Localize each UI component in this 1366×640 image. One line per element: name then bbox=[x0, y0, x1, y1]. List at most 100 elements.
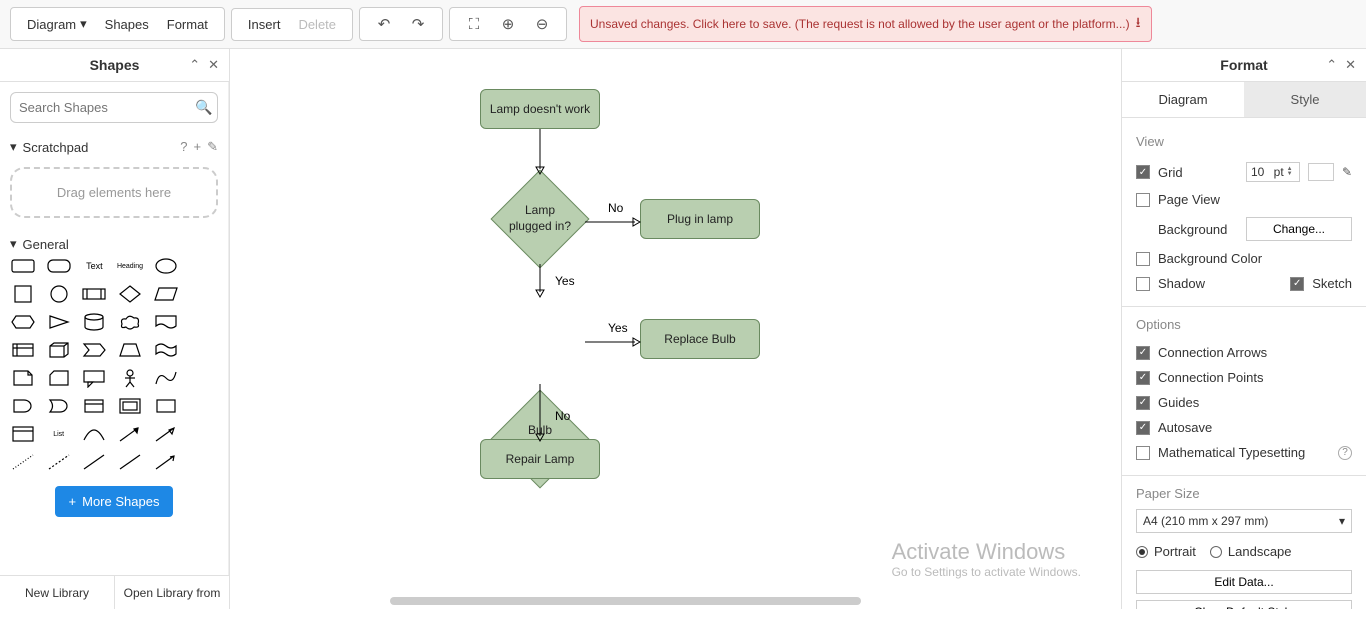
shape-square[interactable] bbox=[10, 284, 36, 304]
fit-button[interactable]: ⛶ bbox=[458, 12, 490, 36]
shape-window[interactable] bbox=[10, 424, 36, 444]
bgcolor-checkbox[interactable] bbox=[1136, 252, 1150, 266]
add-icon[interactable]: + bbox=[194, 139, 202, 155]
shape-and[interactable] bbox=[10, 396, 36, 416]
shape-cylinder[interactable] bbox=[81, 312, 107, 332]
shape-process[interactable] bbox=[81, 284, 107, 304]
shape-cloud[interactable] bbox=[117, 312, 143, 332]
shape-list[interactable]: List bbox=[46, 424, 72, 444]
shape-blank5[interactable] bbox=[188, 368, 214, 388]
shape-trapezoid[interactable] bbox=[117, 340, 143, 360]
shape-diamond[interactable] bbox=[117, 284, 143, 304]
node-replace[interactable]: Replace Bulb bbox=[640, 319, 760, 359]
delete-button[interactable]: Delete bbox=[290, 13, 344, 36]
autosave-checkbox[interactable]: ✓ bbox=[1136, 421, 1150, 435]
grid-color[interactable] bbox=[1308, 163, 1334, 181]
shape-blank7[interactable] bbox=[188, 424, 214, 444]
shape-line4[interactable] bbox=[117, 452, 143, 472]
shape-line1[interactable] bbox=[10, 452, 36, 472]
zoom-in-button[interactable]: ⊕ bbox=[492, 12, 524, 36]
tab-diagram[interactable]: Diagram bbox=[1122, 82, 1244, 117]
math-checkbox[interactable] bbox=[1136, 446, 1150, 460]
connarrows-checkbox[interactable]: ✓ bbox=[1136, 346, 1150, 360]
unsaved-alert[interactable]: Unsaved changes. Click here to save. (Th… bbox=[579, 6, 1152, 42]
help-icon[interactable]: ? bbox=[1338, 446, 1352, 460]
canvas[interactable]: Lamp doesn't work Lamp plugged in? Plug … bbox=[230, 49, 1121, 609]
shape-hexagon[interactable] bbox=[10, 312, 36, 332]
shape-step[interactable] bbox=[81, 340, 107, 360]
help-icon[interactable]: ? bbox=[180, 139, 187, 155]
pageview-checkbox[interactable] bbox=[1136, 193, 1150, 207]
close-icon[interactable]: ✕ bbox=[208, 57, 219, 73]
close-icon[interactable]: ✕ bbox=[1345, 57, 1356, 73]
diagram-menu[interactable]: Diagram ▾ bbox=[19, 12, 95, 36]
scratchpad-dropzone[interactable]: Drag elements here bbox=[10, 167, 218, 218]
shape-arrow2[interactable] bbox=[153, 424, 179, 444]
shape-card[interactable] bbox=[46, 368, 72, 388]
shape-triangle[interactable] bbox=[46, 312, 72, 332]
edit-data-button[interactable]: Edit Data... bbox=[1136, 570, 1352, 594]
redo-button[interactable]: ↷ bbox=[402, 12, 434, 36]
shape-rect[interactable] bbox=[10, 256, 36, 276]
format-menu[interactable]: Format bbox=[159, 13, 216, 36]
tab-style[interactable]: Style bbox=[1244, 82, 1366, 117]
open-library-button[interactable]: Open Library from bbox=[115, 576, 229, 609]
new-library-button[interactable]: New Library bbox=[0, 576, 115, 609]
collapse-icon[interactable]: ⌃ bbox=[1326, 57, 1337, 73]
shape-or[interactable] bbox=[46, 396, 72, 416]
shape-ellipse[interactable] bbox=[153, 256, 179, 276]
paper-size-select[interactable]: A4 (210 mm x 297 mm)▾ bbox=[1136, 509, 1352, 533]
horizontal-scrollbar[interactable] bbox=[390, 597, 861, 605]
node-plugged[interactable]: Lamp plugged in? bbox=[490, 169, 590, 269]
shape-line3[interactable] bbox=[81, 452, 107, 472]
landscape-radio[interactable] bbox=[1210, 546, 1222, 558]
shape-arrow3[interactable] bbox=[153, 452, 179, 472]
shape-blank3[interactable] bbox=[188, 312, 214, 332]
shape-internal[interactable] bbox=[10, 340, 36, 360]
shape-callout[interactable] bbox=[81, 368, 107, 388]
grid-checkbox[interactable]: ✓ bbox=[1136, 165, 1150, 179]
shape-curve[interactable] bbox=[153, 368, 179, 388]
shape-frame[interactable] bbox=[117, 396, 143, 416]
shape-note[interactable] bbox=[10, 368, 36, 388]
node-start[interactable]: Lamp doesn't work bbox=[480, 89, 600, 129]
shape-document[interactable] bbox=[153, 312, 179, 332]
shape-parallelogram[interactable] bbox=[153, 284, 179, 304]
shape-curve2[interactable] bbox=[81, 424, 107, 444]
sketch-checkbox[interactable]: ✓ bbox=[1290, 277, 1304, 291]
zoom-out-button[interactable]: ⊖ bbox=[526, 12, 558, 36]
grid-size-input[interactable]: 10 pt▲▼ bbox=[1246, 162, 1300, 182]
shape-heading[interactable]: Heading bbox=[117, 256, 143, 276]
edit-icon[interactable]: ✎ bbox=[207, 139, 218, 155]
undo-button[interactable]: ↶ bbox=[368, 12, 400, 36]
shape-circle[interactable] bbox=[46, 284, 72, 304]
shape-actor[interactable] bbox=[117, 368, 143, 388]
change-bg-button[interactable]: Change... bbox=[1246, 217, 1352, 241]
shadow-checkbox[interactable] bbox=[1136, 277, 1150, 291]
shape-tape[interactable] bbox=[153, 340, 179, 360]
more-shapes-button[interactable]: +More Shapes bbox=[55, 486, 174, 517]
guides-checkbox[interactable]: ✓ bbox=[1136, 396, 1150, 410]
edit-icon[interactable]: ✎ bbox=[1342, 165, 1352, 179]
shape-blank2[interactable] bbox=[188, 284, 214, 304]
portrait-radio[interactable] bbox=[1136, 546, 1148, 558]
shape-blank6[interactable] bbox=[188, 396, 214, 416]
scratchpad-section[interactable]: ▾ Scratchpad ? + ✎ bbox=[10, 135, 218, 159]
node-plugin[interactable]: Plug in lamp bbox=[640, 199, 760, 239]
collapse-icon[interactable]: ⌃ bbox=[189, 57, 200, 73]
general-section[interactable]: ▾ General bbox=[10, 232, 218, 256]
shape-blank8[interactable] bbox=[188, 452, 214, 472]
shapes-menu[interactable]: Shapes bbox=[97, 13, 157, 36]
search-input[interactable] bbox=[19, 100, 195, 115]
shape-line2[interactable] bbox=[46, 452, 72, 472]
shape-rect2[interactable] bbox=[153, 396, 179, 416]
shape-datastore[interactable] bbox=[81, 396, 107, 416]
shape-text[interactable]: Text bbox=[81, 256, 107, 276]
shape-cube[interactable] bbox=[46, 340, 72, 360]
shape-arrow1[interactable] bbox=[117, 424, 143, 444]
shape-blank[interactable] bbox=[188, 256, 214, 276]
shape-blank4[interactable] bbox=[188, 340, 214, 360]
connpoints-checkbox[interactable]: ✓ bbox=[1136, 371, 1150, 385]
insert-button[interactable]: Insert bbox=[240, 13, 289, 36]
clear-style-button[interactable]: Clear Default Style bbox=[1136, 600, 1352, 609]
